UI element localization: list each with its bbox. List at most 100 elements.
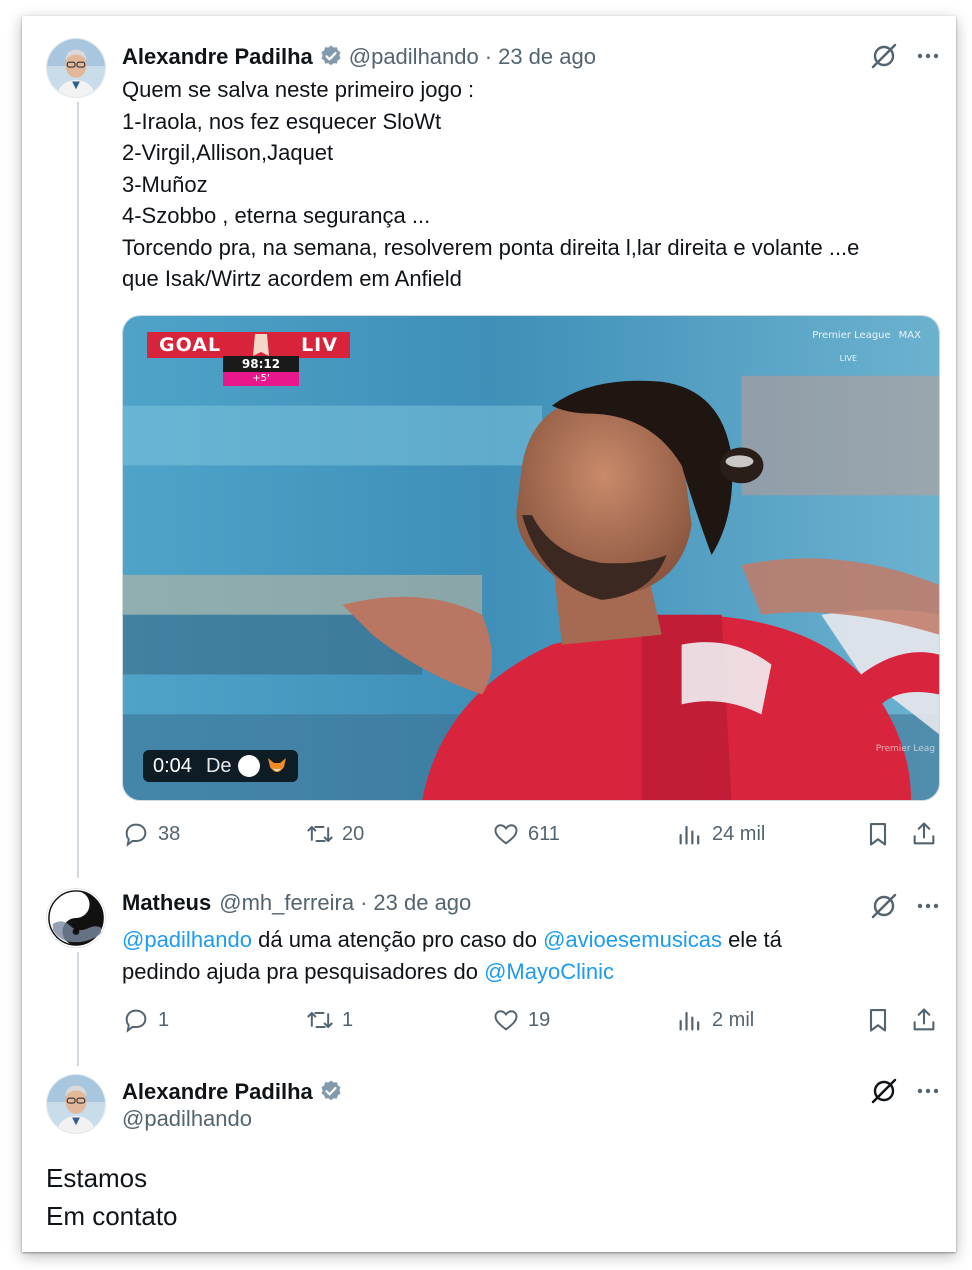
- score-left: GOAL: [147, 332, 234, 358]
- grok-icon[interactable]: [868, 40, 900, 72]
- avatar[interactable]: [46, 1074, 106, 1134]
- tweet-text-line: 3-Muñoz: [122, 171, 208, 197]
- bookmark-button[interactable]: [864, 820, 892, 848]
- avatar[interactable]: [46, 888, 106, 948]
- more-options-icon[interactable]: [912, 40, 944, 72]
- view-count: 2 mil: [712, 1008, 755, 1031]
- tweet-header: Matheus @mh_ferreira · 23 de ago: [122, 890, 471, 916]
- tweet-text: Quem se salva neste primeiro jogo : 1-Ir…: [122, 74, 942, 295]
- tweet-header: Alexandre Padilha @padilhando · 23 de ag…: [122, 40, 596, 70]
- score-right: LIV: [289, 332, 350, 358]
- avatar[interactable]: [46, 38, 106, 98]
- broadcaster-logos: Premier League MAX LIVE: [812, 330, 921, 363]
- like-button[interactable]: 611: [492, 820, 560, 848]
- repost-count: 1: [342, 1008, 354, 1031]
- views-button[interactable]: 24 mil: [676, 820, 765, 848]
- mention-link[interactable]: @avioesemusicas: [543, 927, 722, 952]
- author-handle[interactable]: @padilhando: [349, 44, 479, 70]
- mention-link[interactable]: @padilhando: [122, 927, 252, 952]
- heart-icon: [494, 1010, 518, 1031]
- tweet-text-fragment: dá uma atenção pro caso do: [252, 927, 544, 952]
- thread-line: [77, 952, 79, 1066]
- max-logo: MAX: [898, 330, 921, 341]
- share-button[interactable]: [910, 1006, 938, 1034]
- share-icon: [913, 822, 935, 845]
- author-handle[interactable]: @mh_ferreira: [219, 890, 354, 916]
- tweet-text-line: Estamos: [46, 1163, 148, 1193]
- repost-count: 20: [342, 822, 365, 845]
- like-count: 19: [528, 1008, 551, 1031]
- views-button[interactable]: 2 mil: [676, 1006, 754, 1034]
- author-handle[interactable]: @padilhando: [122, 1106, 252, 1132]
- tweet-text-fragment: ele tá: [721, 927, 782, 952]
- tweet-text-line: @padilhando dá uma atenção pro caso do @…: [122, 924, 942, 956]
- reply-icon: [125, 823, 147, 847]
- tweet-text: @padilhando dá uma atenção pro caso do @…: [122, 924, 942, 987]
- reply-button[interactable]: 1: [122, 1006, 169, 1034]
- like-count: 611: [528, 822, 560, 845]
- views-icon: [679, 825, 700, 845]
- video-duration: 0:04: [153, 754, 192, 777]
- tweet-text-line: Quem se salva neste primeiro jogo :: [122, 77, 475, 102]
- like-button[interactable]: 19: [492, 1006, 550, 1034]
- reply-count: 38: [158, 822, 181, 845]
- author-name[interactable]: Matheus: [122, 890, 211, 916]
- repost-button[interactable]: 1: [306, 1006, 353, 1034]
- fox-avatar-icon: [266, 755, 288, 777]
- tweet-date[interactable]: 23 de ago: [498, 44, 596, 70]
- author-name[interactable]: Alexandre Padilha: [122, 44, 313, 70]
- repost-button[interactable]: 20: [306, 820, 364, 848]
- watermark: Premier Leag: [875, 744, 935, 754]
- reply-button[interactable]: 38: [122, 820, 180, 848]
- tweet-text-line: Em contato: [46, 1201, 178, 1231]
- avatar: [237, 755, 260, 777]
- tweet-text-line: 2-Virgil,Allison,Jaquet: [122, 140, 334, 165]
- tweet-actions: 38 20 611 24 mil: [122, 820, 942, 852]
- verified-badge-icon: [319, 44, 343, 68]
- tweet-subheader: @padilhando: [122, 1106, 252, 1132]
- tweet-header: Alexandre Padilha: [122, 1075, 349, 1105]
- heart-icon: [494, 824, 518, 845]
- repost-icon: [307, 826, 333, 842]
- mention-link[interactable]: @MayoClinic: [484, 959, 614, 984]
- video-attribution[interactable]: 0:04 De: [143, 750, 298, 782]
- more-options-icon[interactable]: [912, 1075, 944, 1107]
- tweet-thread-card: Alexandre Padilha @padilhando · 23 de ag…: [22, 16, 956, 1252]
- bookmark-icon: [869, 1009, 887, 1032]
- live-label: LIVE: [839, 354, 857, 363]
- video-frame: [123, 316, 939, 800]
- tweet-actions: 1 1 19 2 mil: [122, 1006, 942, 1038]
- from-label: De: [205, 754, 232, 777]
- thread-line: [77, 102, 79, 878]
- author-name[interactable]: Alexandre Padilha: [122, 1079, 313, 1105]
- repost-icon: [307, 1012, 333, 1028]
- added-time: +5': [223, 372, 299, 386]
- premier-league-logo: Premier League: [812, 330, 891, 341]
- view-count: 24 mil: [712, 822, 766, 845]
- verified-badge-icon: [319, 1079, 343, 1103]
- video-player[interactable]: GOAL LIV 98:12 +5' Premier League MAX LI…: [122, 315, 940, 801]
- match-clock: 98:12: [223, 356, 299, 372]
- separator: ·: [484, 44, 493, 69]
- club-crest-icon: [233, 332, 290, 358]
- tweet-date[interactable]: 23 de ago: [373, 890, 471, 916]
- views-icon: [679, 1011, 700, 1031]
- reply-icon: [125, 1009, 147, 1033]
- tweet-text-line: 4-Szobbo , eterna segurança ...: [122, 203, 431, 228]
- reply-count: 1: [158, 1008, 170, 1031]
- grok-icon[interactable]: [868, 890, 900, 922]
- share-button[interactable]: [910, 820, 938, 848]
- share-icon: [913, 1008, 935, 1031]
- tweet-text-fragment: pedindo ajuda pra pesquisadores do: [122, 958, 485, 984]
- separator: ·: [360, 890, 368, 915]
- tweet-text-line: 1-Iraola, nos fez esquecer SloWt: [122, 108, 442, 134]
- scoreboard: GOAL LIV: [147, 332, 350, 358]
- tweet-text-line: Torcendo pra, na semana, resolverem pont…: [122, 234, 860, 260]
- grok-icon[interactable]: [868, 1075, 900, 1107]
- bookmark-icon: [869, 823, 887, 846]
- from-accounts[interactable]: De: [206, 755, 288, 778]
- bookmark-button[interactable]: [864, 1006, 892, 1034]
- tweet-text-line: pedindo ajuda pra pesquisadores do @Mayo…: [122, 956, 942, 988]
- more-options-icon[interactable]: [912, 890, 944, 922]
- tweet-text-line: que Isak/Wirtz acordem em Anfield: [122, 266, 462, 291]
